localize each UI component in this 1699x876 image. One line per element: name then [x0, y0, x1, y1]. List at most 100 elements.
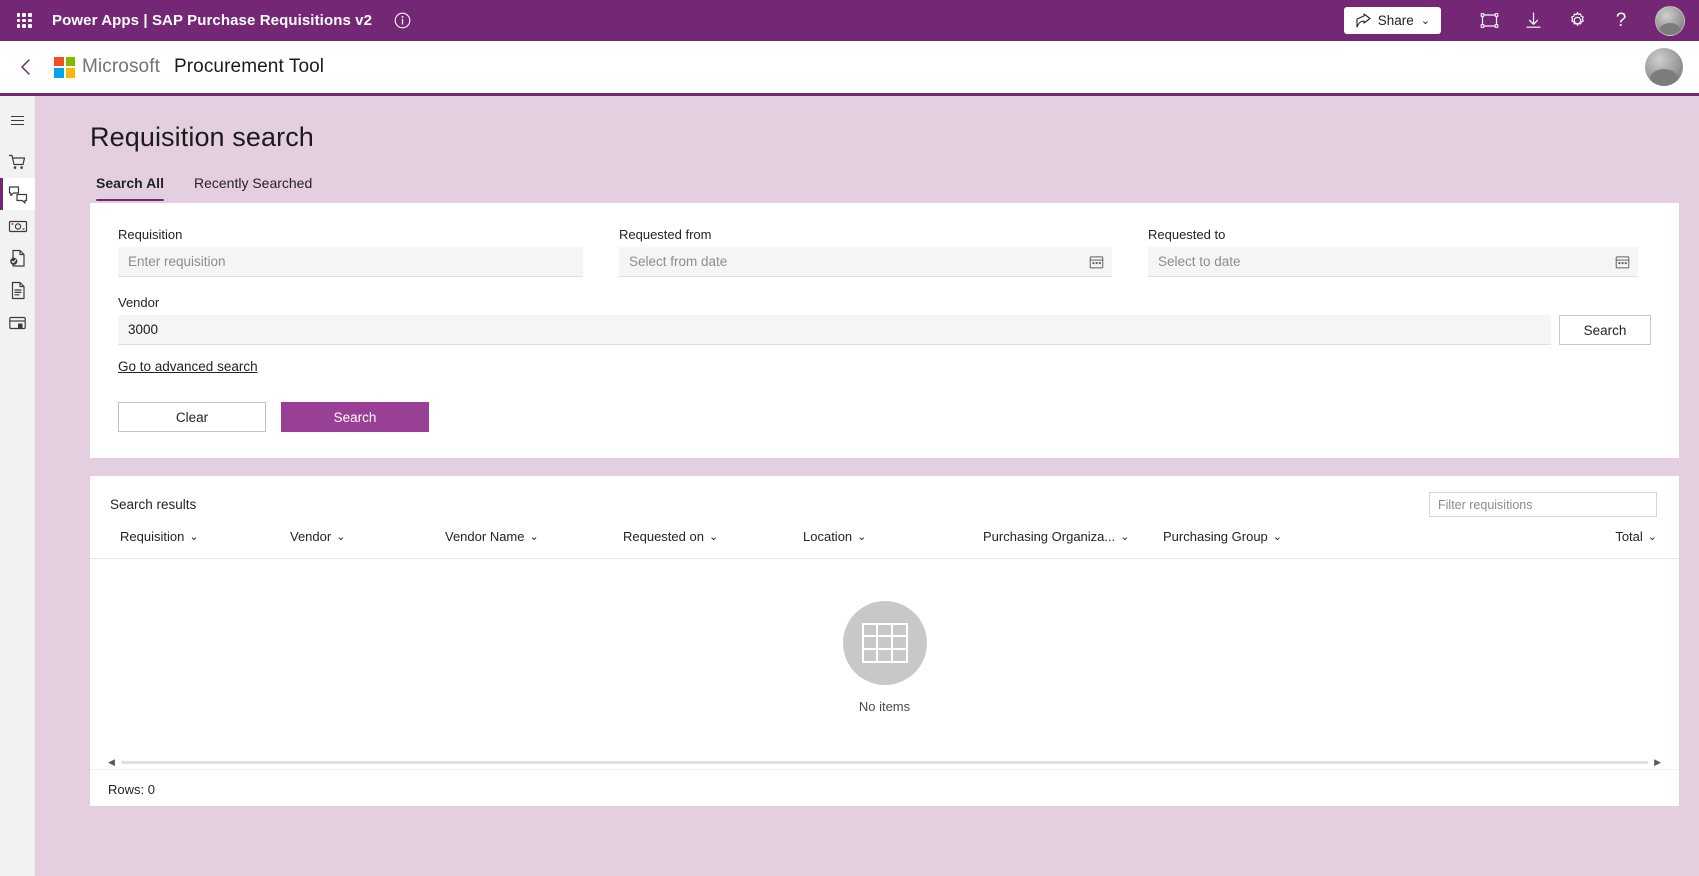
share-button[interactable]: Share ⌄	[1343, 7, 1441, 34]
powerapps-title: Power Apps | SAP Purchase Requisitions v…	[52, 12, 373, 29]
calendar-icon[interactable]	[1615, 254, 1630, 269]
menu-icon[interactable]	[0, 104, 35, 136]
search-results-card: Search results Filter requisitions Requi…	[90, 476, 1679, 806]
chevron-down-icon: ⌄	[1272, 531, 1282, 543]
field-requested-from: Requested from Select from date	[619, 227, 1112, 277]
scroll-left-arrow-icon[interactable]: ◀	[108, 757, 115, 768]
sidebar-item-cart[interactable]	[0, 146, 35, 178]
user-avatar-topbar[interactable]	[1655, 5, 1685, 36]
column-header-location[interactable]: Location ⌄	[803, 529, 983, 544]
sidebar-item-invoices[interactable]	[0, 210, 35, 242]
column-header-requisition[interactable]: Requisition ⌄	[120, 529, 290, 544]
column-label: Total	[1615, 529, 1643, 544]
fullscreen-icon[interactable]	[1467, 0, 1511, 41]
scroll-right-arrow-icon[interactable]: ▶	[1654, 757, 1661, 768]
requested-from-placeholder: Select from date	[629, 254, 728, 269]
chevron-down-icon: ⌄	[857, 531, 867, 543]
chevron-down-icon: ⌄	[336, 531, 346, 543]
search-form-card: Requisition Enter requisition Requested …	[90, 203, 1679, 458]
filter-requisitions-input[interactable]: Filter requisitions	[1429, 492, 1657, 517]
body: Requisition search Search All Recently S…	[0, 96, 1699, 876]
page-title: Requisition search	[90, 122, 314, 152]
horizontal-scrollbar[interactable]: ◀ ▶	[98, 755, 1671, 769]
chevron-down-icon: ⌄	[708, 531, 719, 543]
help-glyph: ?	[1615, 9, 1627, 31]
clear-button[interactable]: Clear	[118, 402, 266, 432]
results-title: Search results	[110, 497, 197, 512]
sidebar-item-approvals[interactable]	[0, 178, 35, 210]
column-header-vendor-name[interactable]: Vendor Name ⌄	[445, 529, 623, 544]
field-requisition: Requisition Enter requisition	[118, 227, 583, 277]
vendor-value: 3000	[128, 322, 159, 337]
empty-state: No items	[90, 559, 1679, 755]
microsoft-logo-icon	[54, 56, 75, 78]
scroll-track[interactable]	[120, 760, 1649, 764]
requested-to-input[interactable]: Select to date	[1148, 247, 1638, 277]
requested-from-label: Requested from	[619, 227, 712, 242]
requisition-placeholder: Enter requisition	[128, 254, 226, 269]
calendar-icon[interactable]	[1089, 254, 1104, 269]
sidebar-item-requisitions[interactable]	[0, 274, 35, 306]
app-launcher-icon[interactable]	[10, 7, 38, 35]
chevron-down-icon: ⌄	[189, 531, 199, 543]
column-label: Requested on	[623, 529, 704, 544]
field-requested-to: Requested to Select to date	[1148, 227, 1638, 277]
requisition-input[interactable]: Enter requisition	[118, 247, 583, 277]
main-content: Requisition search Search All Recently S…	[35, 96, 1699, 876]
results-header: Search results Filter requisitions	[90, 476, 1679, 529]
table-header-row: Requisition ⌄ Vendor ⌄ Vendor Name ⌄ Req…	[90, 529, 1679, 559]
form-button-row: Clear Search	[118, 402, 1651, 432]
column-header-total[interactable]: Total ⌄	[1615, 529, 1657, 544]
rail-spacer	[0, 136, 34, 146]
microsoft-wordmark: Microsoft	[82, 56, 160, 77]
info-icon[interactable]	[392, 11, 412, 31]
column-header-requested-on[interactable]: Requested on ⌄	[623, 529, 803, 544]
column-header-purchasing-organization[interactable]: Purchasing Organiza... ⌄	[983, 529, 1163, 544]
column-label: Requisition	[120, 529, 185, 544]
tab-recently-searched[interactable]: Recently Searched	[194, 175, 312, 201]
column-label: Purchasing Organiza...	[983, 529, 1116, 544]
download-icon[interactable]	[1511, 0, 1555, 41]
sidebar-item-confirmations[interactable]	[0, 242, 35, 274]
column-header-vendor[interactable]: Vendor ⌄	[290, 529, 445, 544]
vendor-label: Vendor	[118, 295, 160, 310]
user-avatar-app[interactable]	[1645, 48, 1683, 86]
advanced-search-link[interactable]: Go to advanced search	[118, 359, 258, 374]
share-label: Share	[1377, 13, 1414, 28]
sidebar-item-archive[interactable]	[0, 306, 35, 338]
column-label: Vendor Name	[445, 529, 525, 544]
empty-state-text: No items	[858, 698, 911, 714]
vendor-input[interactable]: 3000	[118, 315, 1551, 345]
back-button[interactable]	[10, 51, 42, 83]
tab-search-all[interactable]: Search All	[96, 175, 164, 201]
left-rail	[0, 96, 35, 876]
topbar-actions: Share ⌄ ?	[1343, 0, 1685, 41]
requested-to-label: Requested to	[1148, 227, 1226, 242]
column-label: Purchasing Group	[1163, 529, 1268, 544]
vendor-search-button[interactable]: Search	[1559, 315, 1651, 345]
search-button[interactable]: Search	[281, 402, 429, 432]
empty-grid-icon	[842, 600, 927, 685]
column-label: Location	[803, 529, 853, 544]
chevron-down-icon: ⌄	[1120, 531, 1130, 543]
settings-icon[interactable]	[1555, 0, 1599, 41]
search-field-row: Requisition Enter requisition Requested …	[118, 227, 1651, 277]
main-inner: Requisition search Search All Recently S…	[35, 96, 1699, 806]
tab-list: Search All Recently Searched	[90, 175, 1679, 201]
app-header: Microsoft Procurement Tool	[0, 41, 1699, 93]
requested-from-input[interactable]: Select from date	[619, 247, 1112, 277]
chevron-down-icon: ⌄	[529, 531, 539, 543]
chevron-down-icon: ⌄	[1420, 15, 1430, 27]
powerapps-top-bar: Power Apps | SAP Purchase Requisitions v…	[0, 0, 1699, 41]
chevron-down-icon: ⌄	[1647, 531, 1657, 543]
column-header-purchasing-group[interactable]: Purchasing Group ⌄	[1163, 529, 1343, 544]
filter-placeholder: Filter requisitions	[1438, 497, 1533, 512]
column-label: Vendor	[290, 529, 332, 544]
rows-count-label: Rows: 0	[90, 769, 1679, 797]
requisition-label: Requisition	[118, 227, 183, 242]
field-vendor: Vendor 3000	[118, 295, 1551, 345]
vendor-row: Vendor 3000 Search	[118, 295, 1651, 345]
help-icon[interactable]: ?	[1599, 0, 1643, 41]
requested-to-placeholder: Select to date	[1158, 254, 1241, 269]
page-app-name: Procurement Tool	[173, 56, 325, 77]
